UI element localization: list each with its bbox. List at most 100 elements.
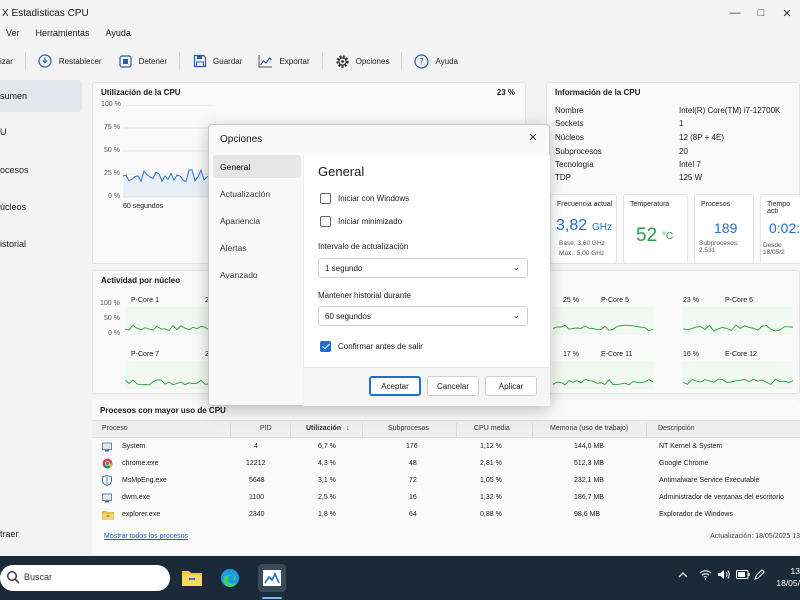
nav-item-general[interactable]: General <box>213 155 301 178</box>
threads-count: Subprocesos: 2.531 <box>699 240 739 254</box>
column-header[interactable]: CPU media <box>474 425 510 432</box>
tick-label: 0 % <box>108 330 121 337</box>
help-button[interactable]: ? Ayuda <box>406 50 466 72</box>
process-util: 1,8 % <box>318 511 336 518</box>
reset-button[interactable]: Restablecer <box>30 50 110 72</box>
menu-herramientas[interactable]: Herramientas <box>36 28 90 44</box>
nav-item-apariencia[interactable]: Apariencia <box>213 209 301 232</box>
column-header[interactable]: Descripción <box>658 425 695 432</box>
info-value: 20 <box>679 147 688 156</box>
process-avg: 1,12 % <box>480 443 502 450</box>
sidebar-item-bottom[interactable]: traer <box>0 518 82 550</box>
apply-button[interactable]: Aplicar <box>485 376 537 396</box>
close-window-icon[interactable]: ✕ <box>774 0 800 26</box>
nav-item-alertas[interactable]: Alertas <box>213 236 301 259</box>
confirm-exit-label: Confirmar antes de salir <box>338 342 423 351</box>
start-with-windows-label: Iniciar con Windows <box>338 194 410 203</box>
active-app-indicator <box>262 597 282 599</box>
table-row[interactable]: dwm.exe 1100 2,5 % 16 1,32 % 186,7 MB Ad… <box>92 490 800 507</box>
toolbar: izar Restablecer Detener Guardar Exporta… <box>0 48 800 74</box>
column-divider <box>230 423 231 437</box>
interval-select[interactable]: 1 segundo ⌄ <box>318 258 528 278</box>
sidebar-item-nucleos[interactable]: úcleos <box>0 191 82 223</box>
table-row[interactable]: chrome.exe 12212 4,3 % 48 2,81 % 512,3 M… <box>92 456 800 473</box>
confirm-exit-checkbox[interactable] <box>320 341 331 352</box>
sidebar-item-label: úcleos <box>0 202 27 212</box>
table-row[interactable]: MsMpEng.exe 5648 3,1 % 72 1,05 % 232,1 M… <box>92 473 800 490</box>
update-button[interactable]: izar <box>0 50 21 72</box>
update-label: izar <box>0 56 13 66</box>
close-icon[interactable]: ✕ <box>526 131 540 145</box>
process-threads: 48 <box>409 460 417 467</box>
file-explorer-icon[interactable] <box>178 564 206 592</box>
wifi-icon[interactable] <box>699 569 712 583</box>
volume-icon[interactable] <box>717 569 730 583</box>
process-desc: Administrador de ventanas del escritorio <box>659 494 784 501</box>
uptime-value: 0:02:4 <box>769 220 800 236</box>
info-row: Subprocesos 20 <box>555 147 688 156</box>
toolbar-divider <box>179 52 181 70</box>
process-pid: 1100 <box>249 494 265 501</box>
help-label: Ayuda <box>435 56 458 66</box>
table-row[interactable]: explorer.exe 2340 1,8 % 64 0,88 % 98,6 M… <box>92 507 800 524</box>
accept-button[interactable]: Aceptar <box>369 376 421 396</box>
maximize-icon[interactable]: □ <box>748 0 774 26</box>
system-process-icon <box>102 442 112 454</box>
column-divider <box>646 423 647 437</box>
stop-button[interactable]: Detener <box>110 50 175 72</box>
pen-icon[interactable] <box>754 569 765 583</box>
history-select[interactable]: 60 segundos ⌄ <box>318 306 528 326</box>
clock-time: 13 <box>790 566 800 576</box>
menu-ver[interactable]: Ver <box>6 28 20 44</box>
taskbar-clock[interactable]: 13 18/05/ <box>770 565 800 589</box>
process-threads: 72 <box>409 477 417 484</box>
table-row[interactable]: System 4 6,7 % 176 1,12 % 144,0 MB NT Ke… <box>92 439 800 456</box>
show-all-processes-link[interactable]: Mostrar todos los procesos <box>104 533 188 540</box>
cancel-button[interactable]: Cancelar <box>427 376 479 396</box>
nav-item-actualizacion[interactable]: Actualización <box>213 182 301 205</box>
process-desc: Explorador de Windows <box>659 511 733 518</box>
card-label: Frecuencia actual <box>557 201 613 208</box>
tick-label: 25 % <box>104 170 120 177</box>
options-label: Opciones <box>355 56 390 66</box>
card-label: Temperatura <box>630 201 670 208</box>
search-placeholder: Buscar <box>24 572 53 582</box>
menu-ayuda[interactable]: Ayuda <box>106 28 131 44</box>
chevron-up-icon[interactable] <box>678 571 688 582</box>
sidebar-item-historial[interactable]: istorial <box>0 228 82 260</box>
sidebar-item-procesos[interactable]: ocesos <box>0 154 82 186</box>
process-name: chrome.exe <box>122 460 159 467</box>
nav-item-avanzado[interactable]: Avanzado <box>213 263 301 286</box>
usage-graph <box>123 105 213 198</box>
options-button[interactable]: Opciones <box>327 50 398 72</box>
panel-title: Actividad por núcleo <box>101 276 181 285</box>
start-with-windows-checkbox[interactable] <box>320 193 331 204</box>
column-header-sorted[interactable]: Utilización <box>306 425 341 432</box>
save-label: Guardar <box>213 56 243 66</box>
column-header[interactable]: Memoria (uso de trabajo) <box>550 425 628 432</box>
temperature-unit: °C <box>662 231 674 242</box>
start-minimized-checkbox[interactable] <box>320 216 331 227</box>
cpu-stats-app-icon[interactable] <box>258 564 286 592</box>
frequency-base: Base: 3,60 GHz <box>559 240 605 247</box>
info-row: Sockets 1 <box>555 119 683 128</box>
process-util: 3,1 % <box>318 477 336 484</box>
section-heading: General <box>318 164 365 179</box>
sidebar-item-resumen[interactable]: sumen <box>0 80 82 112</box>
save-button[interactable]: Guardar <box>184 50 250 72</box>
edge-browser-icon[interactable] <box>216 564 244 592</box>
taskbar-search[interactable]: Buscar <box>0 565 170 591</box>
column-header[interactable]: PID <box>260 425 272 432</box>
folder-icon <box>102 510 114 522</box>
card-label: Procesos <box>701 201 731 208</box>
column-header[interactable]: Proceso <box>102 425 128 432</box>
battery-icon[interactable] <box>736 570 750 582</box>
options-dialog: Opciones ✕ General Actualización Aparien… <box>208 124 550 406</box>
minimize-icon[interactable]: — <box>722 0 748 26</box>
taskbar: Buscar 13 18/05/ <box>0 556 800 600</box>
export-button[interactable]: Exportar <box>250 50 317 72</box>
column-header[interactable]: Subprocesos <box>388 425 429 432</box>
sidebar-item-cpu[interactable]: U <box>0 116 82 148</box>
gear-icon <box>335 54 350 69</box>
panel-title: Utilización de la CPU <box>101 88 181 97</box>
